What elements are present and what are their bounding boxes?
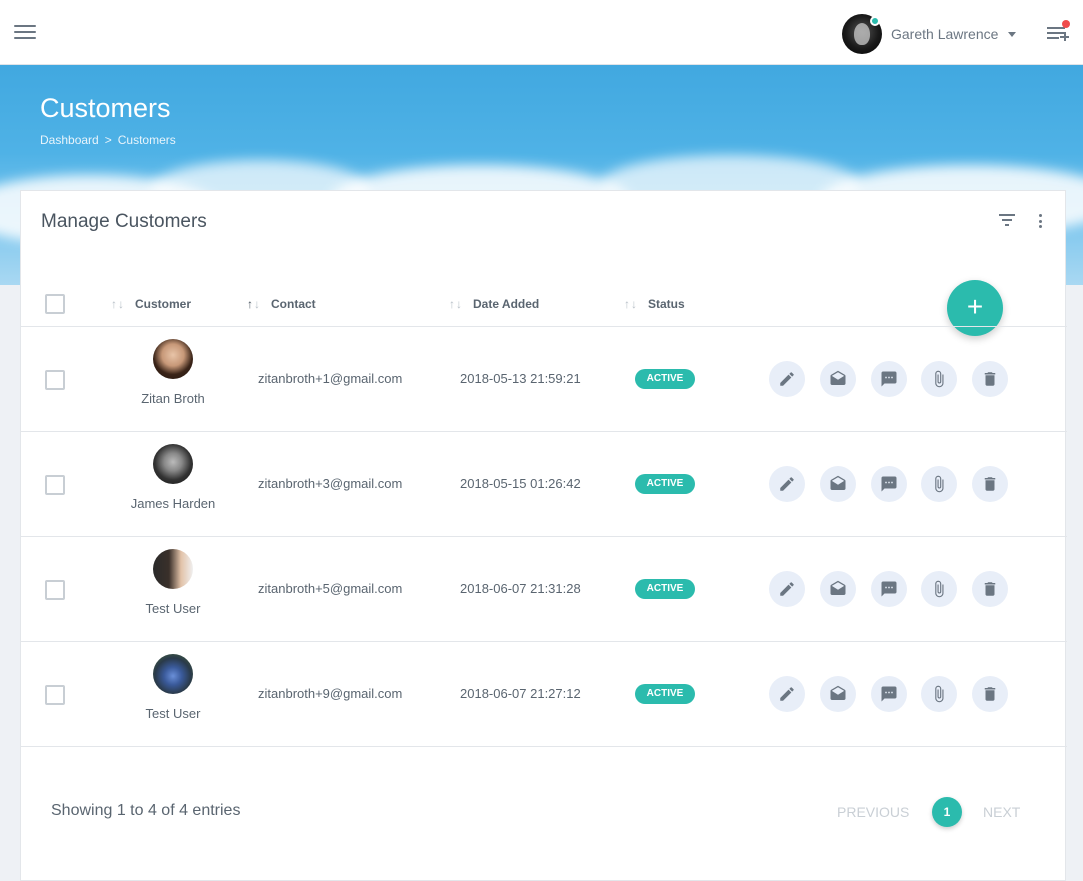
- envelope-open-icon: [830, 475, 846, 490]
- previous-page-button[interactable]: PREVIOUS: [837, 804, 909, 820]
- notification-badge: [1062, 20, 1070, 28]
- delete-button[interactable]: [972, 466, 1008, 502]
- row-checkbox[interactable]: [45, 475, 65, 495]
- attach-button[interactable]: [921, 571, 957, 607]
- paperclip-icon: [935, 475, 944, 493]
- customer-email: zitanbroth+1@gmail.com: [258, 371, 403, 386]
- avatar[interactable]: [842, 14, 882, 54]
- customer-name: James Harden: [130, 496, 216, 511]
- trash-icon: [984, 477, 996, 491]
- column-header-contact[interactable]: ↑ ↓ Contact: [247, 297, 316, 311]
- envelope-open-icon: [830, 370, 846, 385]
- avatar: [153, 549, 193, 589]
- paperclip-icon: [935, 370, 944, 388]
- message-icon: [881, 581, 897, 597]
- envelope-open-icon: [830, 685, 846, 700]
- next-page-button[interactable]: NEXT: [983, 804, 1020, 820]
- message-button[interactable]: [871, 466, 907, 502]
- user-name: Gareth Lawrence: [891, 26, 999, 42]
- table-row: Test User zitanbroth+5@gmail.com 2018-06…: [21, 536, 1067, 641]
- card-title: Manage Customers: [41, 211, 207, 232]
- avatar: [153, 654, 193, 694]
- attach-button[interactable]: [921, 676, 957, 712]
- email-button[interactable]: [820, 676, 856, 712]
- message-button[interactable]: [871, 361, 907, 397]
- pencil-icon: [780, 582, 794, 596]
- more-options-icon[interactable]: [1037, 213, 1045, 229]
- delete-button[interactable]: [972, 361, 1008, 397]
- notification-list-icon[interactable]: [1047, 20, 1070, 42]
- sort-icon[interactable]: ↑ ↓: [449, 297, 463, 311]
- paperclip-icon: [935, 685, 944, 703]
- pagination-info: Showing 1 to 4 of 4 entries: [51, 802, 241, 819]
- customers-card: Manage Customers + ↑ ↓ Customer ↑ ↓ Contac…: [20, 190, 1067, 881]
- message-icon: [881, 371, 897, 387]
- sort-icon[interactable]: ↑ ↓: [624, 297, 638, 311]
- table-row: Zitan Broth zitanbroth+1@gmail.com 2018-…: [21, 326, 1067, 431]
- customer-name: Zitan Broth: [141, 391, 205, 406]
- attach-button[interactable]: [921, 361, 957, 397]
- edit-button[interactable]: [769, 571, 805, 607]
- customer-name: Test User: [145, 706, 201, 721]
- delete-button[interactable]: [972, 676, 1008, 712]
- sort-icon[interactable]: ↑ ↓: [111, 297, 125, 311]
- paperclip-icon: [935, 580, 944, 598]
- customer-name: Test User: [145, 601, 201, 616]
- avatar: [153, 339, 193, 379]
- hamburger-menu-icon[interactable]: [14, 25, 36, 41]
- trash-icon: [984, 687, 996, 701]
- breadcrumb-customers[interactable]: Customers: [118, 133, 176, 147]
- breadcrumb: Dashboard > Customers: [40, 133, 176, 147]
- column-header-customer[interactable]: ↑ ↓ Customer: [111, 297, 191, 311]
- trash-icon: [984, 372, 996, 386]
- date-added: 2018-05-13 21:59:21: [460, 371, 581, 386]
- message-button[interactable]: [871, 676, 907, 712]
- customer-email: zitanbroth+9@gmail.com: [258, 686, 403, 701]
- edit-button[interactable]: [769, 676, 805, 712]
- delete-button[interactable]: [972, 571, 1008, 607]
- trash-icon: [984, 582, 996, 596]
- email-button[interactable]: [820, 361, 856, 397]
- filter-icon[interactable]: [999, 214, 1015, 226]
- date-added: 2018-06-07 21:31:28: [460, 581, 581, 596]
- status-badge: ACTIVE: [635, 684, 695, 704]
- attach-button[interactable]: [921, 466, 957, 502]
- table-row: Test User zitanbroth+9@gmail.com 2018-06…: [21, 641, 1067, 747]
- breadcrumb-separator: >: [104, 133, 112, 147]
- pencil-icon: [780, 477, 794, 491]
- row-checkbox[interactable]: [45, 685, 65, 705]
- sort-ascending-icon[interactable]: ↑ ↓: [247, 297, 261, 311]
- select-all-checkbox[interactable]: [45, 294, 65, 314]
- caret-down-icon[interactable]: [1008, 31, 1017, 37]
- customer-email: zitanbroth+3@gmail.com: [258, 476, 403, 491]
- status-badge: ACTIVE: [635, 369, 695, 389]
- top-bar: Gareth Lawrence: [0, 0, 1083, 65]
- online-status-indicator: [870, 16, 880, 26]
- column-header-date-added[interactable]: ↑ ↓ Date Added: [449, 297, 539, 311]
- user-menu[interactable]: Gareth Lawrence: [842, 14, 1017, 54]
- email-button[interactable]: [820, 466, 856, 502]
- pencil-icon: [780, 372, 794, 386]
- row-checkbox[interactable]: [45, 370, 65, 390]
- status-badge: ACTIVE: [635, 579, 695, 599]
- message-button[interactable]: [871, 571, 907, 607]
- message-icon: [881, 476, 897, 492]
- table-row: James Harden zitanbroth+3@gmail.com 2018…: [21, 431, 1067, 536]
- page-title: Customers: [40, 93, 171, 123]
- date-added: 2018-06-07 21:27:12: [460, 686, 581, 701]
- status-badge: ACTIVE: [635, 474, 695, 494]
- email-button[interactable]: [820, 571, 856, 607]
- date-added: 2018-05-15 01:26:42: [460, 476, 581, 491]
- page-1-button[interactable]: 1: [932, 797, 962, 827]
- envelope-open-icon: [830, 580, 846, 595]
- edit-button[interactable]: [769, 466, 805, 502]
- row-checkbox[interactable]: [45, 580, 65, 600]
- column-header-status[interactable]: ↑ ↓ Status: [624, 297, 685, 311]
- edit-button[interactable]: [769, 361, 805, 397]
- pencil-icon: [780, 687, 794, 701]
- breadcrumb-dashboard[interactable]: Dashboard: [40, 133, 99, 147]
- avatar: [153, 444, 193, 484]
- message-icon: [881, 686, 897, 702]
- customer-email: zitanbroth+5@gmail.com: [258, 581, 403, 596]
